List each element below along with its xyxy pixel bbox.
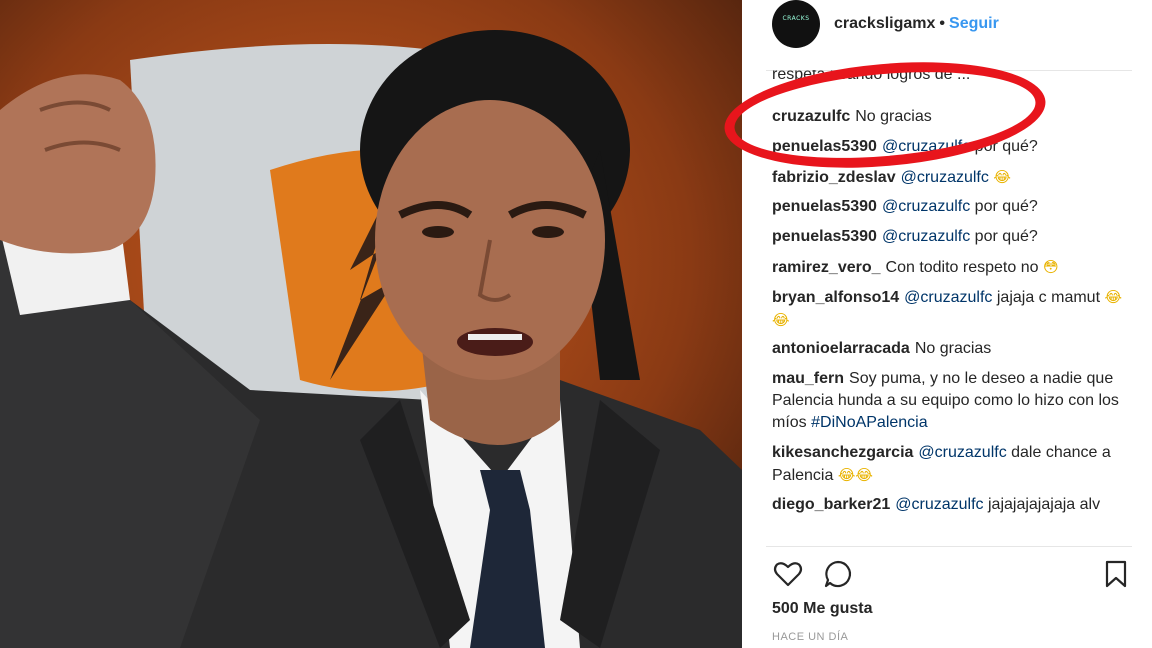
comment-username[interactable]: penuelas5390 [772, 138, 877, 155]
bookmark-icon[interactable] [1100, 558, 1132, 590]
comment-text: Con todito respeto no [885, 259, 1039, 276]
actions-divider [766, 546, 1132, 547]
cut-off-comment: respeta usando logros de ... [772, 70, 971, 83]
post-header: CRACKS cracksligamx • Seguir [742, 0, 1152, 48]
comment-username[interactable]: fabrizio_zdeslav [772, 169, 896, 186]
comment-mention[interactable]: @cruzazulfc [901, 169, 989, 186]
comment-text: jajaja c mamut [992, 289, 1101, 306]
comment-mention[interactable]: @cruzazulfc [895, 496, 983, 513]
post-photo [0, 0, 742, 648]
comment-text: jajajajajajaja alv [983, 496, 1101, 513]
comment-bubble-icon[interactable] [822, 558, 854, 590]
post-username[interactable]: cracksligamx [834, 15, 935, 33]
comment-item: antonioelarracada No gracias [772, 338, 1132, 360]
flushed-emoji: 😳 [1042, 258, 1059, 276]
comment-username[interactable]: penuelas5390 [772, 198, 877, 215]
comment-item: ramirez_vero_ Con todito respeto no 😳 [772, 256, 1132, 279]
comment-item: cruzazulfc No gracias [772, 106, 1132, 128]
comment-mention[interactable]: @cruzazulfc [904, 289, 992, 306]
comment-item: fabrizio_zdeslav @cruzazulfc 😂 [772, 166, 1132, 189]
comment-mention[interactable]: @cruzazulfc [918, 444, 1006, 461]
comment-username[interactable]: penuelas5390 [772, 228, 877, 245]
comment-mention[interactable]: @cruzazulfc [882, 198, 970, 215]
comment-hashtag[interactable]: #DiNoAPalencia [811, 414, 928, 431]
like-count[interactable]: 500 Me gusta [772, 600, 872, 618]
action-bar [772, 558, 1127, 590]
post-timestamp: HACE UN DÍA [772, 631, 849, 643]
comment-username[interactable]: ramirez_vero_ [772, 259, 881, 276]
laughing-emoji: 😂 [993, 168, 1011, 186]
comment-text: No gracias [855, 108, 932, 125]
comment-item: mau_fern Soy puma, y no le deseo a nadie … [772, 368, 1132, 434]
comment-item: penuelas5390 @cruzazulfc por qué? [772, 226, 1132, 248]
comment-item: diego_barker21 @cruzazulfc jajajajajajaja… [772, 494, 1132, 516]
comment-username[interactable]: cruzazulfc [772, 108, 850, 125]
comment-username[interactable]: diego_barker21 [772, 496, 890, 513]
comment-mention[interactable]: @cruzazulfc [882, 138, 970, 155]
laughing-emoji: 😂😂 [837, 466, 873, 484]
separator-dot: • [939, 15, 946, 32]
comment-username[interactable]: mau_fern [772, 370, 844, 387]
post-panel: CRACKS cracksligamx • Seguir respeta usa… [742, 0, 1152, 648]
comment-username[interactable]: kikesanchezgarcia [772, 444, 913, 461]
comment-text: por qué? [970, 138, 1038, 155]
comment-mention[interactable]: @cruzazulfc [882, 228, 970, 245]
comment-item: penuelas5390 @cruzazulfc por qué? [772, 196, 1132, 218]
comment-item: bryan_alfonso14 @cruzazulfc jajaja c mamu… [772, 286, 1132, 332]
comment-username[interactable]: antonioelarracada [772, 340, 910, 357]
comment-text: por qué? [970, 198, 1038, 215]
comment-text: por qué? [970, 228, 1038, 245]
comments-list[interactable]: respeta usando logros de ... cruzazulfc N… [772, 70, 1132, 540]
avatar-logo-text: CRACKS [782, 15, 810, 22]
comment-text: No gracias [914, 340, 992, 357]
man-raising-fist-image [0, 0, 742, 648]
comment-username[interactable]: bryan_alfonso14 [772, 289, 899, 306]
comment-item: penuelas5390 @cruzazulfc por qué? [772, 136, 1132, 158]
heart-icon[interactable] [772, 558, 804, 590]
comment-item: kikesanchezgarcia @cruzazulfc dale chance… [772, 442, 1132, 487]
follow-button[interactable]: Seguir [949, 15, 999, 33]
avatar[interactable]: CRACKS [772, 0, 820, 48]
